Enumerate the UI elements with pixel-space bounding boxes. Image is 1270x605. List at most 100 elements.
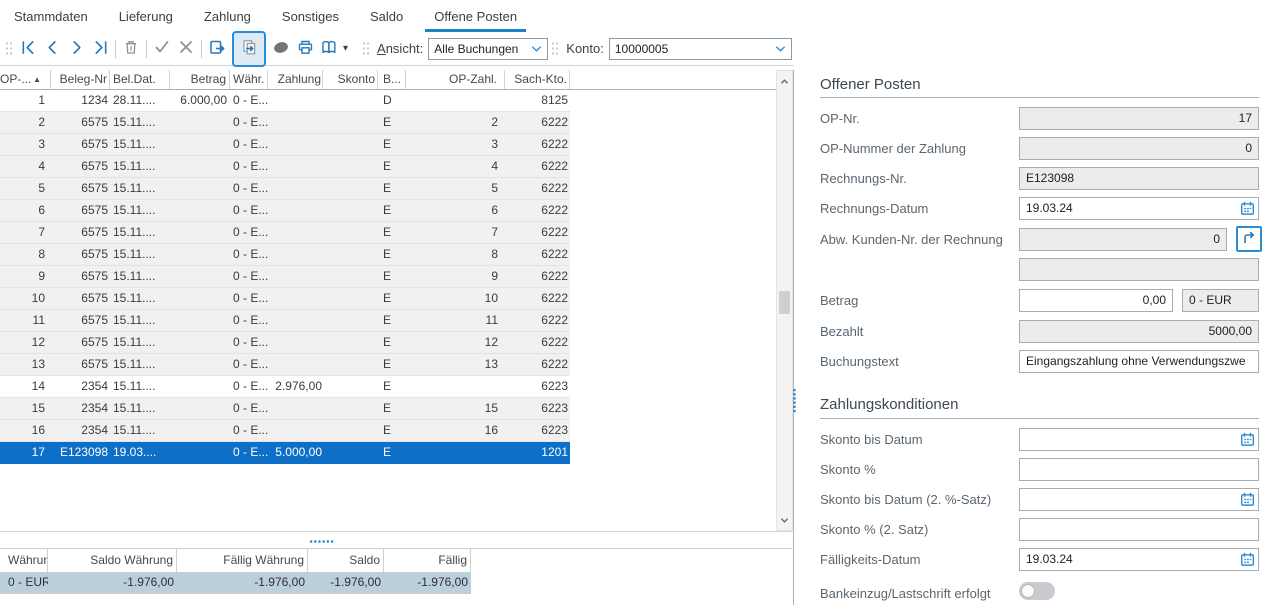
- table-row[interactable]: 5657515.11....0 - E...E56222: [0, 178, 570, 200]
- tab-stammdaten[interactable]: Stammdaten: [14, 9, 88, 24]
- reports-button[interactable]: [317, 37, 341, 61]
- grid-cell: 6223: [505, 376, 570, 397]
- calendar-icon[interactable]: [1240, 201, 1255, 216]
- grid-cell: E: [378, 376, 406, 397]
- toolbar-grip-handle[interactable]: [551, 41, 559, 56]
- tab-offene-posten[interactable]: Offene Posten: [434, 9, 517, 24]
- grid-cell: [323, 376, 378, 397]
- grid-cell: 8: [0, 244, 51, 265]
- rechnungs-datum-field[interactable]: 19.03.24: [1019, 197, 1259, 220]
- scrollbar-thumb[interactable]: [779, 291, 790, 314]
- navigate-previous-button[interactable]: [40, 37, 64, 61]
- tab-zahlung[interactable]: Zahlung: [204, 9, 251, 24]
- navigate-next-button[interactable]: [64, 37, 88, 61]
- horizontal-splitter-handle[interactable]: [309, 539, 334, 544]
- abw-kunden-nr-der-rechnung-jump-button[interactable]: [1236, 226, 1262, 252]
- grid-cell: 0 - E...: [230, 310, 268, 331]
- ansicht-dropdown[interactable]: Alle Buchungen: [428, 38, 548, 60]
- grid-cell: 6: [406, 200, 505, 221]
- grid-bottom-border: [0, 531, 794, 532]
- grid-cell: [268, 266, 323, 287]
- grid-cell: [323, 332, 378, 353]
- grid-cell: [170, 200, 230, 221]
- table-row[interactable]: 9657515.11....0 - E...E96222: [0, 266, 570, 288]
- table-row[interactable]: 4657515.11....0 - E...E46222: [0, 156, 570, 178]
- summary-cell: -1.976,00: [48, 572, 177, 593]
- column-header-sach-kto-[interactable]: Sach-Kto.: [505, 70, 570, 89]
- table-row[interactable]: 16235415.11....0 - E...E166223: [0, 420, 570, 442]
- column-header-op-[interactable]: OP-...▲: [0, 70, 51, 89]
- column-header-betrag[interactable]: Betrag: [170, 70, 230, 89]
- calendar-icon[interactable]: [1240, 492, 1255, 507]
- konto-dropdown[interactable]: 10000005: [609, 38, 792, 60]
- table-row[interactable]: 13657515.11....0 - E...E136222: [0, 354, 570, 376]
- navigate-last-button[interactable]: [88, 37, 112, 61]
- print-button[interactable]: [293, 37, 317, 61]
- calendar-icon[interactable]: [1240, 552, 1255, 567]
- grid-cell: [268, 354, 323, 375]
- grid-cell: [406, 376, 505, 397]
- grid-cell: 15.11....: [110, 156, 170, 177]
- grid-cell: [170, 222, 230, 243]
- sort-ascending-icon: ▲: [33, 70, 41, 89]
- skonto-prozent-field[interactable]: [1019, 458, 1259, 481]
- table-row[interactable]: 6657515.11....0 - E...E66222: [0, 200, 570, 222]
- summary-table-header: WährungSaldo WährungFällig WährungSaldoF…: [0, 549, 471, 572]
- abw-kunden-nr-der-rechnung-label: Abw. Kunden-Nr. der Rechnung: [820, 228, 1016, 251]
- grid-cell: 0 - E...: [230, 398, 268, 419]
- skonto-prozent-2-satz-field[interactable]: [1019, 518, 1259, 541]
- column-header-op-zahl-[interactable]: OP-Zahl.: [406, 70, 505, 89]
- skonto-bis-datum-2-satz-field[interactable]: [1019, 488, 1259, 511]
- table-row[interactable]: 14235415.11....0 - E...2.976,00E6223: [0, 376, 570, 398]
- table-row[interactable]: 3657515.11....0 - E...E36222: [0, 134, 570, 156]
- toolbar-grip-handle[interactable]: [362, 41, 370, 56]
- table-row[interactable]: 7657515.11....0 - E...E76222: [0, 222, 570, 244]
- reports-menu-caret-icon[interactable]: ▾: [343, 43, 348, 54]
- grid-cell: 6575: [51, 354, 110, 375]
- toolbar-grip-handle[interactable]: [5, 41, 13, 56]
- tab-sonstiges[interactable]: Sonstiges: [282, 9, 339, 24]
- table-row[interactable]: 12657515.11....0 - E...E126222: [0, 332, 570, 354]
- column-header-zahlung[interactable]: Zahlung: [268, 70, 323, 89]
- column-header-w-hr-[interactable]: Währ.: [230, 70, 268, 89]
- bankeinzug-lastschrift-erfolgt-toggle[interactable]: [1019, 582, 1055, 600]
- skonto-bis-datum-field[interactable]: [1019, 428, 1259, 451]
- column-header-bel-dat-[interactable]: Bel.Dat.: [110, 70, 170, 89]
- table-row[interactable]: 17E12309819.03....0 - E...5.000,00E1201: [0, 442, 570, 464]
- grid-cell: 16: [406, 420, 505, 441]
- table-row[interactable]: 8657515.11....0 - E...E86222: [0, 244, 570, 266]
- tab-saldo[interactable]: Saldo: [370, 9, 403, 24]
- confirm-button[interactable]: [150, 37, 174, 61]
- grid-cell: [170, 310, 230, 331]
- stamp-button[interactable]: [269, 37, 293, 61]
- faelligkeits-datum-field[interactable]: 19.03.24: [1019, 548, 1259, 571]
- navigate-first-button[interactable]: [16, 37, 40, 61]
- scroll-down-arrow[interactable]: [777, 512, 792, 528]
- grid-cell: 1234: [51, 90, 110, 111]
- betrag-field[interactable]: 0,00: [1019, 289, 1173, 312]
- copy-button[interactable]: [237, 37, 261, 61]
- grid-cell: 3: [0, 134, 51, 155]
- skonto-bis-datum-2-satz-label: Skonto bis Datum (2. %-Satz): [820, 488, 1016, 511]
- grid-cell: 0 - E...: [230, 420, 268, 441]
- cancel-button[interactable]: [174, 37, 198, 61]
- konto-dropdown-value: 10000005: [615, 42, 775, 56]
- summary-cell: -1.976,00: [177, 572, 308, 593]
- column-header-beleg-nr[interactable]: Beleg-Nr: [51, 70, 110, 89]
- scroll-up-arrow[interactable]: [777, 73, 792, 89]
- table-row[interactable]: 11657515.11....0 - E...E116222: [0, 310, 570, 332]
- table-row[interactable]: 1123428.11....6.000,000 - E...D8125: [0, 90, 570, 112]
- calendar-icon[interactable]: [1240, 432, 1255, 447]
- vertical-scrollbar[interactable]: [776, 70, 793, 531]
- table-row[interactable]: 10657515.11....0 - E...E106222: [0, 288, 570, 310]
- tab-lieferung[interactable]: Lieferung: [119, 9, 173, 24]
- delete-button[interactable]: [119, 37, 143, 61]
- table-row[interactable]: 2657515.11....0 - E...E26222: [0, 112, 570, 134]
- grid-cell: 6575: [51, 266, 110, 287]
- chevron-down-icon: [775, 42, 786, 56]
- column-header-skonto[interactable]: Skonto: [323, 70, 378, 89]
- column-header-b-[interactable]: B...: [378, 70, 406, 89]
- buchungstext-field[interactable]: Eingangszahlung ohne Verwendungszwe: [1019, 350, 1259, 373]
- table-row[interactable]: 15235415.11....0 - E...E156223: [0, 398, 570, 420]
- post-button[interactable]: [205, 37, 229, 61]
